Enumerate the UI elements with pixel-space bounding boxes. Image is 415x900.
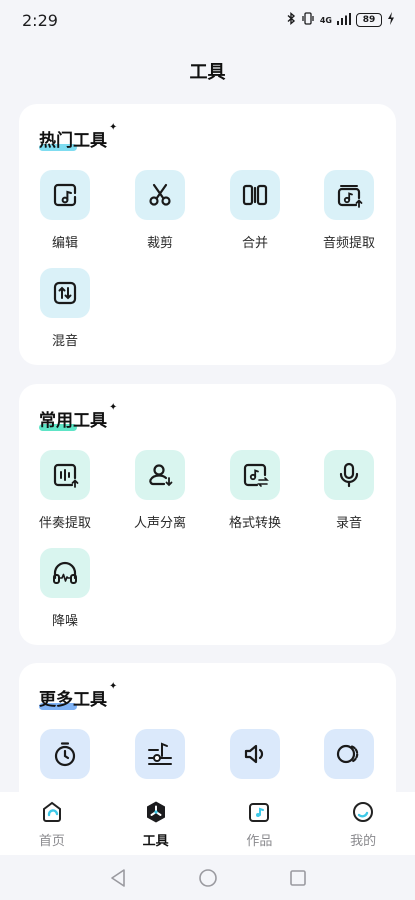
headphones-denoise-icon	[40, 548, 90, 598]
signal-icon	[337, 12, 351, 28]
sparkle-icon: ✦	[109, 681, 118, 692]
recents-button[interactable]	[253, 855, 343, 900]
tool-label: 人声分离	[133, 516, 186, 531]
tool-label: 合并	[241, 236, 268, 251]
signal-type-label: 4G	[319, 15, 332, 25]
nav-label: 作品	[246, 834, 273, 849]
page-title: 工具	[189, 62, 226, 83]
common-tools-card: 常用工具 ✦ 伴奏提取 人声分离 格式转换 录音 降噪	[19, 384, 396, 645]
equalizer-note-icon	[135, 729, 185, 779]
status-icons: 4G 89	[287, 12, 395, 28]
tool-label: 伴奏提取	[38, 516, 91, 531]
recents-square-icon	[289, 869, 306, 886]
tool-label: 音频提取	[322, 236, 375, 251]
battery-indicator: 89	[356, 13, 382, 27]
nav-item-home[interactable]: 首页	[0, 792, 104, 855]
tool-more-1[interactable]	[25, 729, 105, 779]
home-circle-icon	[198, 868, 217, 887]
nav-item-tools[interactable]: 工具	[104, 792, 208, 855]
back-button[interactable]	[73, 855, 163, 900]
tool-voice-separate[interactable]: 人声分离	[120, 450, 200, 531]
tool-label: 降噪	[51, 614, 78, 629]
sparkle-icon: ✦	[109, 402, 118, 413]
status-time: 2:29	[22, 10, 58, 30]
tool-audio-extract[interactable]: 音频提取	[309, 170, 389, 251]
audio-extract-icon	[324, 170, 374, 220]
section-title-common: 常用工具 ✦	[39, 402, 118, 431]
bottom-nav: 首页 工具 作品 我的	[0, 792, 415, 855]
tool-accompaniment-extract[interactable]: 伴奏提取	[25, 450, 105, 531]
tool-mix[interactable]: 混音	[25, 268, 105, 349]
overlap-circles-icon	[324, 729, 374, 779]
profile-icon	[351, 800, 375, 824]
microphone-icon	[324, 450, 374, 500]
sparkle-icon: ✦	[109, 122, 118, 133]
system-nav-bar	[0, 855, 415, 900]
nav-item-profile[interactable]: 我的	[311, 792, 415, 855]
timer-icon	[40, 729, 90, 779]
charging-icon	[387, 12, 395, 28]
tool-denoise[interactable]: 降噪	[25, 548, 105, 629]
bluetooth-icon	[287, 12, 296, 28]
nav-label: 工具	[142, 834, 169, 849]
edit-note-icon	[40, 170, 90, 220]
works-icon	[247, 800, 271, 824]
home-icon	[40, 800, 64, 824]
accompaniment-extract-icon	[40, 450, 90, 500]
tool-label: 裁剪	[146, 236, 173, 251]
tools-icon	[144, 800, 168, 824]
back-triangle-icon	[110, 868, 125, 887]
tool-edit[interactable]: 编辑	[25, 170, 105, 251]
tool-more-2[interactable]	[120, 729, 200, 779]
hot-tools-card: 热门工具 ✦ 编辑 裁剪 合并 音频提取 混音	[19, 104, 396, 365]
tool-label: 录音	[335, 516, 362, 531]
section-title-more: 更多工具 ✦	[39, 681, 118, 710]
tool-record[interactable]: 录音	[309, 450, 389, 531]
merge-icon	[230, 170, 280, 220]
scissors-icon	[135, 170, 185, 220]
nav-item-works[interactable]: 作品	[208, 792, 312, 855]
mix-icon	[40, 268, 90, 318]
voice-separate-icon	[135, 450, 185, 500]
nav-label: 我的	[350, 834, 377, 849]
home-system-button[interactable]	[163, 855, 253, 900]
nav-label: 首页	[38, 834, 65, 849]
tool-label: 混音	[51, 334, 78, 349]
tool-more-4[interactable]	[309, 729, 389, 779]
tool-format-convert[interactable]: 格式转换	[215, 450, 295, 531]
tool-label: 格式转换	[228, 516, 281, 531]
volume-icon	[230, 729, 280, 779]
tool-cut[interactable]: 裁剪	[120, 170, 200, 251]
tool-merge[interactable]: 合并	[215, 170, 295, 251]
vibrate-icon	[301, 12, 315, 28]
status-bar: 2:29 4G 89	[0, 0, 415, 40]
section-title-hot: 热门工具 ✦	[39, 122, 118, 151]
tool-label: 编辑	[51, 236, 78, 251]
format-convert-icon	[230, 450, 280, 500]
tool-more-3[interactable]	[215, 729, 295, 779]
